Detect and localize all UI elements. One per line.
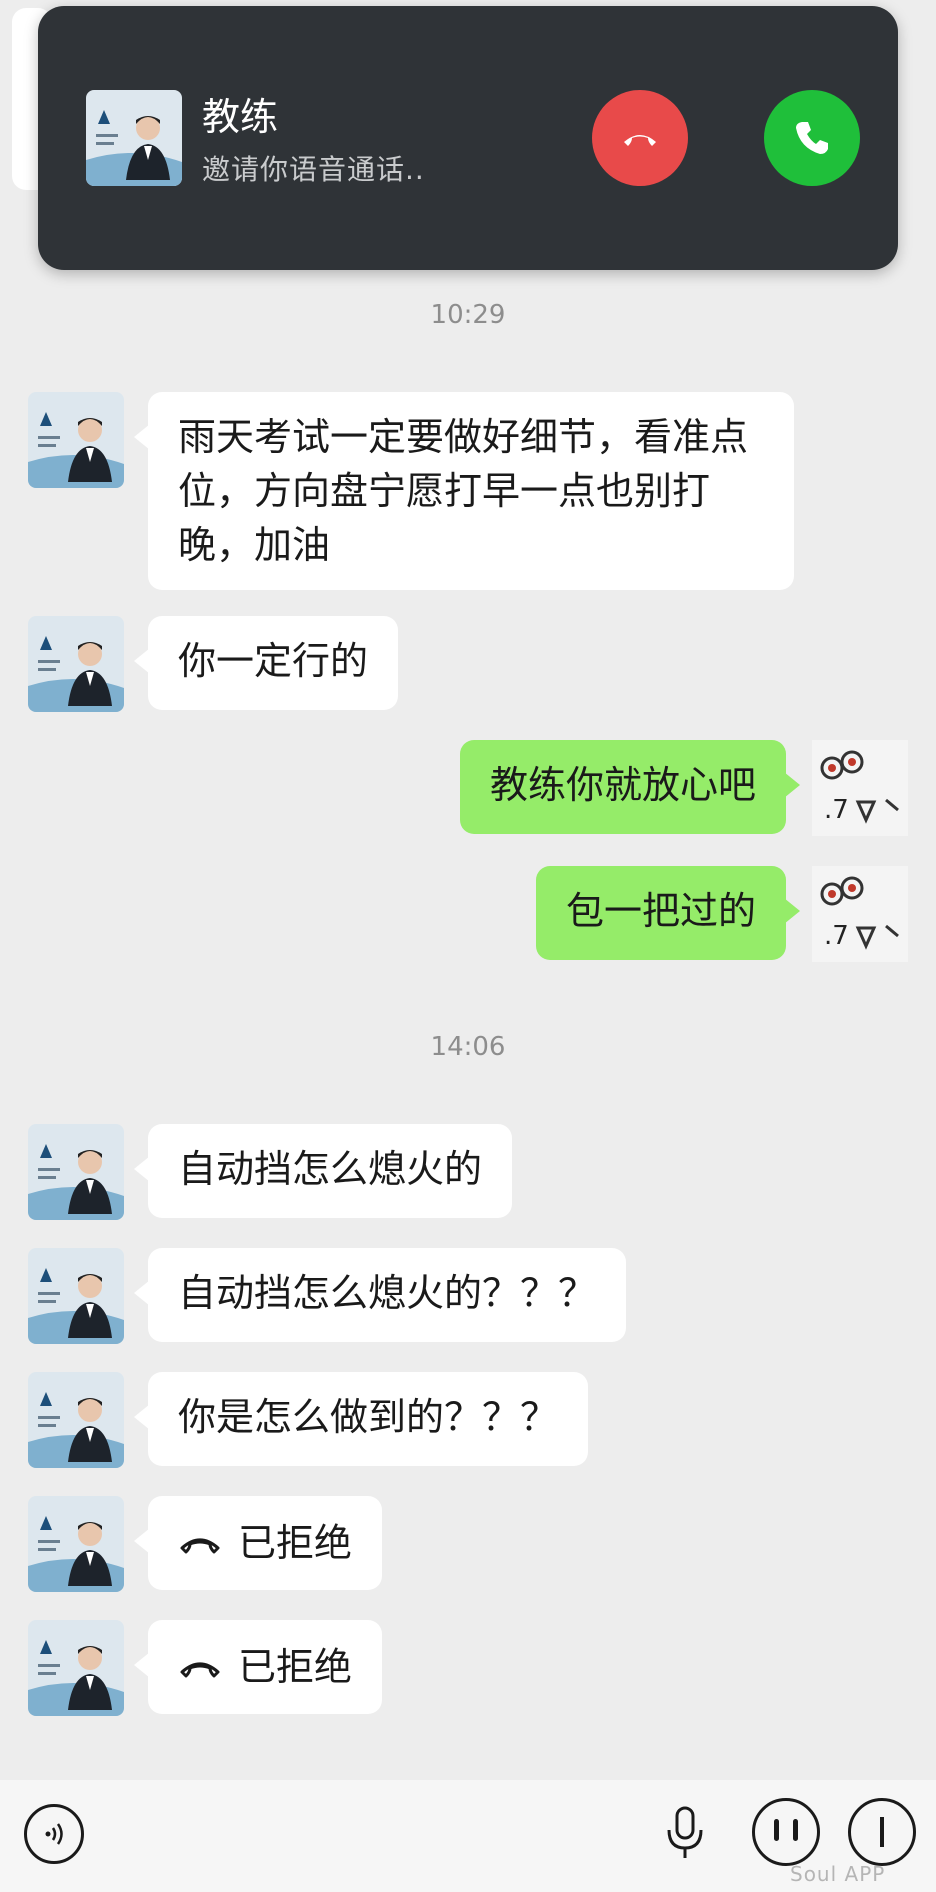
accept-call-button[interactable] [764, 90, 860, 186]
plus-icon [880, 1817, 884, 1847]
svg-text:.7: .7 [824, 795, 849, 825]
emoji-button[interactable] [752, 1798, 820, 1866]
phone-icon [796, 122, 828, 154]
microphone-icon[interactable] [660, 1804, 710, 1864]
message-bubble-outgoing[interactable]: 教练你就放心吧 [459, 740, 801, 834]
voice-wave-icon [45, 1823, 63, 1845]
message-bubble[interactable]: 你一定行的 [133, 616, 399, 710]
user-avatar[interactable]: .7 [812, 740, 908, 836]
avatar[interactable] [28, 1372, 124, 1468]
watermark: Soul APP [790, 1862, 886, 1886]
message-bubble-outgoing[interactable]: 包一把过的 [535, 866, 801, 960]
decline-call-button[interactable] [592, 90, 688, 186]
hang-up-icon [624, 135, 656, 146]
more-options-button[interactable] [848, 1798, 916, 1866]
declined-call-icon [180, 1538, 220, 1554]
message-bubble[interactable]: 你是怎么做到的？？？ [133, 1372, 589, 1466]
svg-text:.7: .7 [824, 921, 849, 951]
call-invite-text: 邀请你语音通话.. [202, 153, 425, 186]
message-bubble[interactable]: 雨天考试一定要做好细节，看准点位，方向盘宁愿打早一点也别打晚，加油 [134, 392, 794, 590]
emoji-icon [774, 1819, 798, 1841]
voice-mode-button[interactable] [24, 1804, 84, 1864]
timestamp: 14:06 [430, 1032, 506, 1062]
call-record-bubble[interactable]: 已拒绝 [133, 1620, 383, 1714]
avatar[interactable] [28, 1620, 124, 1716]
avatar[interactable] [28, 1496, 124, 1592]
timestamp: 10:29 [430, 300, 506, 330]
avatar[interactable] [28, 392, 124, 488]
declined-call-icon [180, 1662, 220, 1678]
call-record-text: 已拒绝 [238, 1521, 353, 1565]
call-record-bubble[interactable]: 已拒绝 [133, 1496, 383, 1590]
avatar[interactable] [28, 616, 124, 712]
avatar[interactable] [28, 1248, 124, 1344]
incoming-call-banner[interactable]: 教练 邀请你语音通话.. [38, 6, 898, 270]
user-avatar[interactable]: .7 [812, 866, 908, 962]
call-record-text: 已拒绝 [238, 1645, 353, 1689]
message-bubble[interactable]: 自动挡怎么熄火的？？？ [133, 1248, 627, 1342]
message-bubble[interactable]: 自动挡怎么熄火的 [133, 1124, 513, 1218]
caller-name: 教练 [202, 95, 279, 139]
avatar[interactable] [28, 1124, 124, 1220]
caller-avatar [86, 90, 182, 186]
